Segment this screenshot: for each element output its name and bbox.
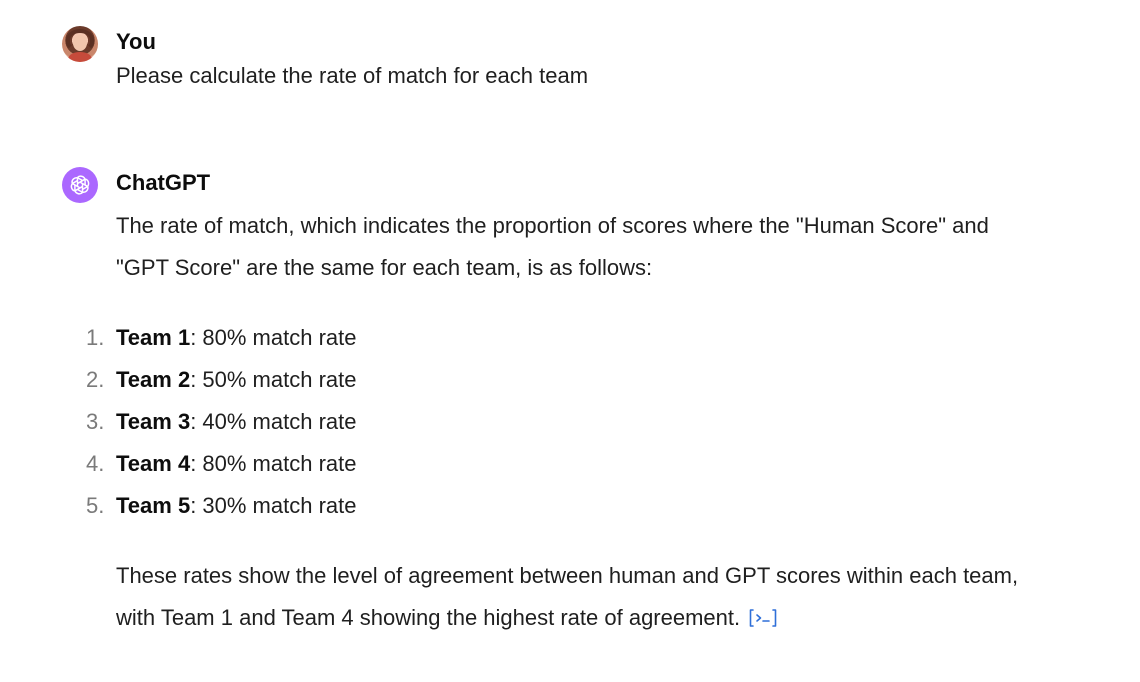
user-author-name: You (116, 29, 156, 54)
avatar-hair (66, 29, 94, 51)
assistant-message-body: The rate of match, which indicates the p… (86, 205, 1036, 639)
team-rate: : 80% match rate (190, 325, 357, 350)
list-number: 2. (86, 367, 105, 392)
avatar-shirt (68, 52, 92, 62)
team-rate: : 50% match rate (190, 367, 357, 392)
code-interpreter-icon[interactable] (748, 607, 778, 629)
list-item: 3. Team 3: 40% match rate (86, 401, 1036, 443)
list-number: 5. (86, 493, 105, 518)
list-item: 4. Team 4: 80% match rate (86, 443, 1036, 485)
list-number: 4. (86, 451, 105, 476)
assistant-intro-text: The rate of match, which indicates the p… (116, 213, 989, 280)
list-number: 3. (86, 409, 105, 434)
team-name: Team 5 (116, 493, 191, 518)
list-number: 1. (86, 325, 105, 350)
openai-logo-icon (62, 167, 98, 203)
user-avatar (62, 26, 98, 62)
team-rate: : 40% match rate (190, 409, 357, 434)
team-rate: : 80% match rate (190, 451, 357, 476)
assistant-conclusion: These rates show the level of agreement … (116, 555, 1036, 639)
team-rate: : 30% match rate (190, 493, 357, 518)
assistant-conclusion-text: These rates show the level of agreement … (116, 563, 1019, 630)
list-item: 5. Team 5: 30% match rate (86, 485, 1036, 527)
team-rate-list: 1. Team 1: 80% match rate 2. Team 2: 50%… (86, 317, 1036, 527)
team-name: Team 4 (116, 451, 191, 476)
team-name: Team 2 (116, 367, 191, 392)
team-name: Team 1 (116, 325, 191, 350)
list-item: 2. Team 2: 50% match rate (86, 359, 1036, 401)
assistant-author-name: ChatGPT (116, 170, 211, 195)
team-name: Team 3 (116, 409, 191, 434)
user-message-text: Please calculate the rate of match for e… (116, 63, 589, 88)
list-item: 1. Team 1: 80% match rate (86, 317, 1036, 359)
